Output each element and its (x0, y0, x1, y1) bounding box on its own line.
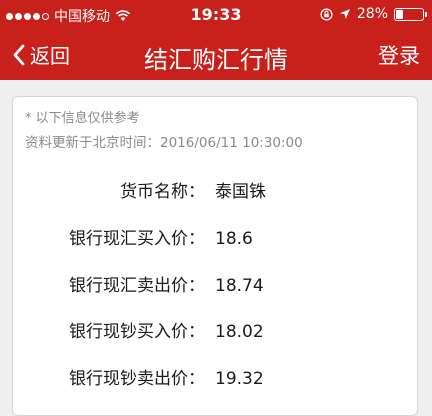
rate-row-currency: 货币名称： 泰国铢 (13, 177, 266, 202)
battery-percent: 28% (356, 6, 388, 22)
status-bar: 中国移动 19:33 28% (0, 0, 432, 30)
rate-row-spot-sell: 银行现汇卖出价： 18.74 (13, 271, 264, 296)
nav-bar: 返回 结汇购汇行情 登录 (0, 32, 432, 80)
login-button[interactable]: 登录 (378, 40, 420, 70)
spot-sell-label: 银行现汇卖出价： (69, 276, 205, 296)
page-title: 结汇购汇行情 (144, 46, 288, 74)
spot-buy-label: 银行现汇买入价： (69, 229, 205, 249)
status-right: 28% (320, 6, 427, 22)
battery-icon (394, 7, 427, 21)
update-time-line: 资料更新于北京时间：2016/06/11 10:30:00 (25, 131, 303, 151)
battery-level (396, 9, 403, 19)
rate-row-cash-sell: 银行现钞卖出价： 19.32 (13, 364, 264, 389)
header-bar: 中国移动 19:33 28% 返回 结汇购汇行情 登录 (0, 0, 432, 80)
cash-buy-value: 18.02 (215, 322, 264, 342)
rate-row-cash-buy: 银行现钞买入价： 18.02 (13, 317, 264, 342)
currency-name-value: 泰国铢 (215, 182, 266, 202)
update-time-label: 资料更新于北京时间： (25, 135, 160, 151)
cash-buy-label: 银行现钞买入价： (69, 322, 205, 342)
rate-row-spot-buy: 银行现汇买入价： 18.6 (13, 224, 253, 249)
rate-card: * 以下信息仅供参考 资料更新于北京时间：2016/06/11 10:30:00… (12, 96, 418, 416)
cash-sell-value: 19.32 (215, 369, 264, 389)
cash-sell-label: 银行现钞卖出价： (69, 369, 205, 389)
orientation-lock-icon (320, 7, 333, 21)
spot-buy-value: 18.6 (215, 229, 253, 249)
disclaimer-note: * 以下信息仅供参考 (25, 111, 140, 126)
location-arrow-icon (339, 9, 350, 19)
update-time-value: 2016/06/11 10:30:00 (160, 135, 303, 151)
currency-name-label: 货币名称： (120, 182, 205, 202)
spot-sell-value: 18.74 (215, 276, 264, 296)
